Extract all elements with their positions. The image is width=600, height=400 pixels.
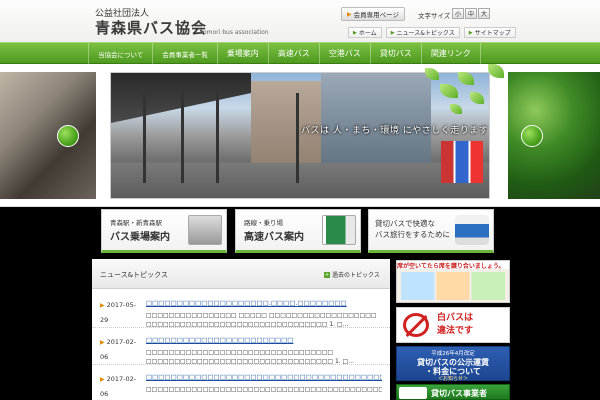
prohibited-icon	[403, 313, 429, 337]
charter-fare-notice: ＜お知らせ＞	[438, 376, 468, 382]
bullet-icon: ▶	[100, 339, 105, 346]
highway-bus-banner[interactable]: 路線・乗り場 高速バス案内	[235, 209, 361, 253]
sitemap-link-label: サイトマップ	[474, 30, 511, 37]
news-section: ニュース&トピックス + 過去のトピックス ▶ 2017-05-29 □□□□□□…	[92, 259, 390, 400]
site-logo-title[interactable]: 青森県バス協会	[95, 17, 207, 38]
nav-charter-bus[interactable]: 貸切バス	[369, 43, 421, 64]
news-excerpt: □□□□□□□□□□□□□□□□□□□□□□□□□□□□□□□□□□□□□□□□…	[146, 386, 382, 393]
member-page-button[interactable]: ▶ 会員専用ページ	[341, 7, 405, 21]
feature-banners: 青森駅・新青森駅 バス乗場案内 路線・乗り場 高速バス案内 貸切バスで快適な バ…	[0, 207, 600, 257]
station-photo-icon	[188, 215, 222, 245]
charter-bus-line2: バス旅行をするために	[375, 230, 450, 239]
hero-caption: バスは 人・まち・環境 にやさしく走ります	[301, 126, 489, 136]
highway-bus-title: 高速バス案内	[244, 232, 304, 243]
news-date-text: 2017-05-29	[100, 301, 137, 324]
font-size-large-button[interactable]: 大	[478, 8, 490, 19]
news-date-text: 2017-02-06	[100, 338, 137, 361]
nav-highway-bus[interactable]: 高速バス	[267, 43, 319, 64]
charter-bus-line1: 貸切バスで快適な	[375, 219, 435, 228]
news-link[interactable]: □□□□□□□□□□□□□□□□□□□□□□□□	[146, 336, 382, 344]
bullet-icon: ▶	[100, 302, 105, 309]
font-size-medium-button[interactable]: 中	[465, 8, 477, 19]
charter-operators-text: 貸切バス事業者	[431, 389, 487, 398]
slider-next-button[interactable]	[521, 125, 543, 147]
priority-seat-header: 席が空いてたら席を譲り合いましょう。	[397, 261, 509, 269]
leaf-decoration	[488, 64, 504, 78]
triangle-icon: ▶	[390, 29, 395, 36]
news-topics-link[interactable]: ▶ ニュース&トピックス	[385, 27, 460, 38]
member-page-label: 会員専用ページ	[353, 11, 399, 19]
home-link[interactable]: ▶ ホーム	[348, 27, 382, 38]
charter-operators-banner[interactable]: 貸切バス事業者	[396, 384, 510, 400]
stops-guide-sub: 青森駅・新青森駅	[110, 219, 162, 227]
charter-fare-date: 平成26年4月改定	[431, 351, 475, 357]
side-banners: 席が空いてたら席を譲り合いましょう。 白バスは 違法です 平成26年4月改定 貸…	[396, 259, 510, 400]
bus-photo-icon	[322, 215, 356, 245]
slider-prev-button[interactable]	[57, 125, 79, 147]
nav-members[interactable]: 会員事業者一覧	[152, 43, 217, 64]
font-size-controls: 小 中 大	[452, 8, 490, 19]
illegal-white-bus-banner[interactable]: 白バスは 違法です	[396, 307, 510, 343]
news-link[interactable]: □□□□□□□□□□□□□□□□□□□□.□□□□.□□□□□□□□	[146, 299, 382, 307]
hero-slider: バスは 人・まち・環境 にやさしく走ります	[0, 64, 600, 207]
nav-about[interactable]: 当協会について	[88, 43, 152, 64]
bus-icon	[455, 215, 489, 245]
news-date: ▶ 2017-02-06	[100, 335, 138, 364]
hero-main-image: バスは 人・まち・環境 にやさしく走ります	[110, 72, 490, 199]
news-link[interactable]: □□□□□□□□□□□□□□□□□□□□□□□□□□□□□□□□□□□□□□□□…	[146, 373, 382, 381]
news-excerpt: □□□□□□□□□□□□□□□□ □□□□□ □□□□□□□□□□□□□□□□□…	[146, 312, 377, 328]
triangle-icon: ▶	[468, 29, 473, 36]
font-size-label: 文字サイズ	[418, 12, 451, 20]
news-date-text: 2017-02-06	[100, 375, 137, 398]
hero-prev-slide-image[interactable]	[0, 72, 96, 199]
news-date: ▶ 2017-02-06	[100, 372, 138, 400]
nav-stops[interactable]: 乗場案内	[216, 43, 268, 64]
site-header: 公益社団法人 青森県バス協会 Aomori bus association ▶ …	[0, 0, 600, 42]
illegal-white-bus-line1: 白バスは	[437, 313, 474, 323]
sitemap-link[interactable]: ▶ サイトマップ	[463, 27, 516, 38]
global-nav: 当協会について 会員事業者一覧 乗場案内 高速バス 空港バス 貸切バス 関連リン…	[0, 42, 600, 64]
triangle-icon: ▶	[353, 29, 357, 36]
news-item: ▶ 2017-02-06 □□□□□□□□□□□□□□□□□□□□□□□□□□□□…	[92, 369, 390, 400]
site-logo-english: Aomori bus association	[199, 29, 269, 36]
bullet-icon: ▶	[100, 376, 105, 383]
priority-seat-banner[interactable]: 席が空いてたら席を譲り合いましょう。	[396, 260, 510, 303]
nav-airport-bus[interactable]: 空港バス	[318, 43, 370, 64]
charter-bus-text: 貸切バスで快適な バス旅行をするために	[375, 218, 450, 240]
news-excerpt: □□□□□□□□□□□□□□□□□□□□□□□□□□□□□□□□□ □□□□□□…	[146, 349, 355, 365]
stops-guide-title: バス乗場案内	[110, 232, 170, 243]
nav-links[interactable]: 関連リンク	[420, 43, 481, 64]
news-title: ニュース&トピックス	[100, 271, 168, 279]
font-size-small-button[interactable]: 小	[452, 8, 464, 19]
illegal-white-bus-line2: 違法です	[437, 326, 474, 336]
news-topics-link-label: ニュース&トピックス	[396, 30, 455, 37]
stops-guide-banner[interactable]: 青森駅・新青森駅 バス乗場案内	[101, 209, 227, 253]
highway-bus-sub: 路線・乗り場	[244, 219, 283, 227]
news-item: ▶ 2017-05-29 □□□□□□□□□□□□□□□□□□□□.□□□□.□□…	[92, 295, 390, 328]
news-item: ▶ 2017-02-06 □□□□□□□□□□□□□□□□□□□□□□□□ □□□…	[92, 332, 390, 365]
past-topics-label: 過去のトピックス	[332, 272, 380, 279]
illustration-image	[401, 272, 505, 300]
plus-icon: +	[324, 271, 330, 278]
charter-fare-banner[interactable]: 平成26年4月改定 貸切バスの公示運賃 ・料金について ＜お知らせ＞	[396, 346, 510, 382]
illegal-white-bus-text: 白バスは 違法です	[437, 312, 473, 338]
news-header: ニュース&トピックス + 過去のトピックス	[92, 259, 390, 289]
bus-icon	[399, 387, 427, 399]
utility-links: ▶ ホーム ▶ ニュース&トピックス ▶ サイトマップ	[348, 27, 516, 38]
charter-bus-banner[interactable]: 貸切バスで快適な バス旅行をするために	[368, 209, 494, 253]
arrow-right-icon: ▶	[347, 10, 352, 18]
past-topics-link[interactable]: + 過去のトピックス	[324, 270, 380, 279]
home-link-label: ホーム	[358, 30, 377, 37]
news-date: ▶ 2017-05-29	[100, 298, 138, 327]
